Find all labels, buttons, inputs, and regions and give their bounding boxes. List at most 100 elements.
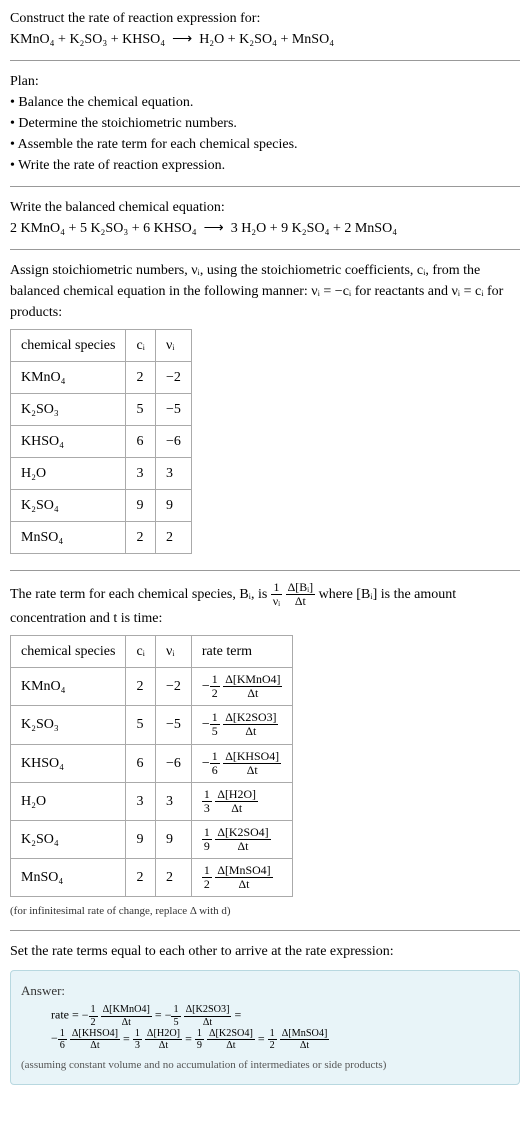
num: 1 (202, 826, 212, 840)
intro-lhs: KMnO₄ + K₂SO₃ + KHSO₄ (10, 32, 165, 47)
frac-delta: Δ[KHSO4]Δt (223, 750, 281, 777)
dden: Δt (223, 725, 278, 738)
dden: Δt (215, 802, 258, 815)
dnum: Δ[K2SO4] (207, 1028, 255, 1040)
frac-delta: Δ[K2SO3]Δt (184, 1004, 232, 1027)
dden: Δt (184, 1017, 232, 1028)
den: 2 (210, 687, 220, 700)
balanced-equation: 2 KMnO₄ + 5 K₂SO₃ + 6 KHSO₄ ⟶ 3 H₂O + 9 … (10, 218, 520, 239)
cell-species: K₂SO₄ (11, 490, 126, 522)
cell-ci: 3 (126, 782, 156, 820)
cell-vi: 2 (155, 859, 191, 897)
arrow-icon: ⟶ (204, 221, 224, 236)
num: 1 (202, 864, 212, 878)
dnum: Δ[MnSO4] (215, 864, 272, 878)
cell-rate: −15 Δ[K2SO3]Δt (191, 706, 293, 744)
cell-ci: 2 (126, 859, 156, 897)
table-row: K₂SO₃ 5 −5 −15 Δ[K2SO3]Δt (11, 706, 293, 744)
cell-rate: 19 Δ[K2SO4]Δt (191, 820, 293, 858)
cell-rate: −16 Δ[KHSO4]Δt (191, 744, 293, 782)
cell-rate: 13 Δ[H2O]Δt (191, 782, 293, 820)
dnum: Δ[K2SO4] (215, 826, 270, 840)
dden: Δt (145, 1040, 182, 1051)
frac-coef: 13 (133, 1028, 142, 1051)
final-section: Set the rate terms equal to each other t… (10, 941, 520, 1095)
dnum: Δ[KHSO4] (70, 1028, 120, 1040)
frac-delta: Δ[Bᵢ]Δt (286, 581, 315, 608)
dnum: Δ[KHSO4] (223, 750, 281, 764)
intro-equation: KMnO₄ + K₂SO₃ + KHSO₄ ⟶ H₂O + K₂SO₄ + Mn… (10, 29, 520, 50)
term: −16 Δ[KHSO4]Δt (51, 1031, 120, 1045)
den: 3 (202, 802, 212, 815)
term: 13 Δ[H2O]Δt (133, 1031, 182, 1045)
cell-vi: −6 (155, 426, 191, 458)
cell-species: MnSO₄ (11, 522, 126, 554)
cell-vi: 9 (155, 820, 191, 858)
cell-ci: 3 (126, 458, 156, 490)
frac-delta: Δ[H2O]Δt (145, 1028, 182, 1051)
frac-coef: 12 (268, 1028, 277, 1051)
cell-species: H₂O (11, 458, 126, 490)
dnum: Δ[MnSO4] (280, 1028, 330, 1040)
cell-species: KHSO₄ (11, 744, 126, 782)
col-ci: cᵢ (126, 636, 156, 668)
plan-item: • Balance the chemical equation. (10, 92, 520, 113)
cell-vi: 3 (155, 782, 191, 820)
den: 2 (202, 878, 212, 891)
cell-ci: 2 (126, 668, 156, 706)
eq: = (234, 1008, 241, 1022)
table-row: KMnO₄2−2 (11, 362, 192, 394)
cell-vi: 3 (155, 458, 191, 490)
num: 1 (210, 711, 220, 725)
table-row: K₂SO₄99 (11, 490, 192, 522)
num: 1 (171, 1004, 180, 1016)
balanced-lhs: 2 KMnO₄ + 5 K₂SO₃ + 6 KHSO₄ (10, 221, 197, 236)
cell-species: KMnO₄ (11, 668, 126, 706)
eq: = (185, 1031, 195, 1045)
dden: Δt (223, 764, 281, 777)
rate-expression: rate = −12 Δ[KMnO4]Δt = −15 Δ[K2SO3]Δt =… (21, 1004, 509, 1051)
rateterm-table: chemical species cᵢ νᵢ rate term KMnO₄ 2… (10, 635, 293, 897)
cell-vi: −5 (155, 394, 191, 426)
den: 5 (210, 725, 220, 738)
num: 1 (202, 788, 212, 802)
sign: − (51, 1031, 58, 1045)
frac-coef: 12 (202, 864, 212, 891)
num: 1 (210, 673, 220, 687)
stoich-section: Assign stoichiometric numbers, νᵢ, using… (10, 260, 520, 571)
frac-delta: Δ[K2SO4]Δt (207, 1028, 255, 1051)
term: 12 Δ[MnSO4]Δt (268, 1031, 330, 1045)
dnum: Δ[KMnO4] (101, 1004, 152, 1016)
term: −12 Δ[KMnO4]Δt (82, 1008, 152, 1022)
stoich-table: chemical species cᵢ νᵢ KMnO₄2−2 K₂SO₃5−5… (10, 329, 192, 554)
table-header-row: chemical species cᵢ νᵢ (11, 330, 192, 362)
dden: Δt (70, 1040, 120, 1051)
arrow-icon: ⟶ (172, 32, 192, 47)
cell-vi: 2 (155, 522, 191, 554)
num: 1 (210, 750, 220, 764)
frac-coef: 19 (195, 1028, 204, 1051)
table-row: KHSO₄ 6 −6 −16 Δ[KHSO4]Δt (11, 744, 293, 782)
table-row: H₂O 3 3 13 Δ[H2O]Δt (11, 782, 293, 820)
num: 1 (133, 1028, 142, 1040)
cell-species: K₂SO₃ (11, 706, 126, 744)
dden: Δt (215, 878, 272, 891)
den: 9 (195, 1040, 204, 1051)
table-header-row: chemical species cᵢ νᵢ rate term (11, 636, 293, 668)
plan-item: • Write the rate of reaction expression. (10, 155, 520, 176)
term: −15 Δ[K2SO3]Δt (165, 1008, 232, 1022)
plan-heading: Plan: (10, 71, 520, 92)
frac-coef: 15 (171, 1004, 180, 1027)
frac-coef: 16 (210, 750, 220, 777)
answer-box: Answer: rate = −12 Δ[KMnO4]Δt = −15 Δ[K2… (10, 970, 520, 1085)
sign: − (82, 1008, 89, 1022)
cell-ci: 5 (126, 706, 156, 744)
frac-delta: Δ[KHSO4]Δt (70, 1028, 120, 1051)
plan-item-text: Balance the chemical equation. (18, 95, 193, 110)
dnum: Δ[KMnO4] (223, 673, 282, 687)
dden: Δt (207, 1040, 255, 1051)
cell-species: K₂SO₃ (11, 394, 126, 426)
answer-note: (assuming constant volume and no accumul… (21, 1057, 509, 1074)
table-row: H₂O33 (11, 458, 192, 490)
num: 1 (268, 1028, 277, 1040)
